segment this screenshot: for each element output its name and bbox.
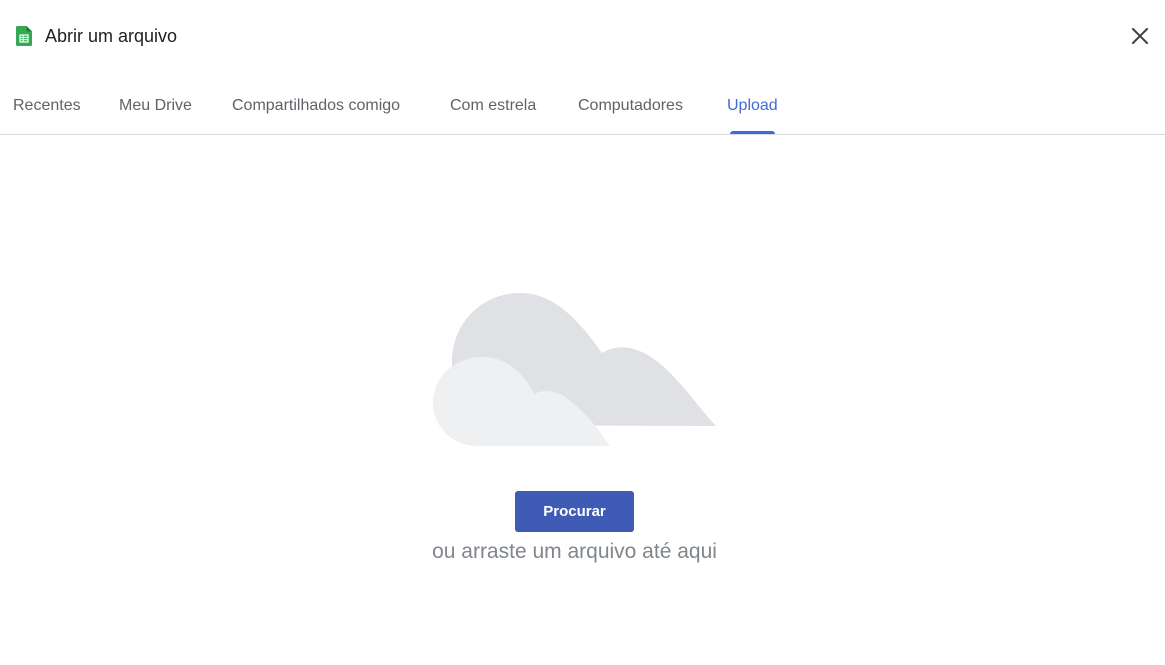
active-tab-indicator <box>730 131 775 134</box>
dialog-header: Abrir um arquivo <box>0 0 1165 72</box>
tab-recentes[interactable]: Recentes <box>13 84 81 134</box>
cloud-illustration <box>430 290 720 450</box>
tab-compartilhados-comigo[interactable]: Compartilhados comigo <box>232 84 400 134</box>
tab-label: Recentes <box>13 97 81 114</box>
browse-button[interactable]: Procurar <box>515 491 634 532</box>
tab-label: Com estrela <box>450 97 537 114</box>
tab-label: Computadores <box>578 97 683 114</box>
tab-computadores[interactable]: Computadores <box>578 84 683 134</box>
open-file-dialog: Abrir um arquivo Recentes Meu Drive Comp… <box>0 0 1165 665</box>
drop-hint-text: ou arraste um arquivo até aqui <box>432 540 717 563</box>
tab-com-estrela[interactable]: Com estrela <box>450 84 536 134</box>
sheets-icon <box>16 26 32 46</box>
tab-label: Meu Drive <box>119 97 192 114</box>
tab-label: Upload <box>727 97 778 114</box>
tab-bar: Recentes Meu Drive Compartilhados comigo… <box>0 84 1165 135</box>
tab-upload[interactable]: Upload <box>727 84 778 134</box>
tab-meu-drive[interactable]: Meu Drive <box>119 84 192 134</box>
close-button[interactable] <box>1126 24 1154 52</box>
close-icon <box>1131 27 1149 50</box>
dialog-title: Abrir um arquivo <box>45 26 178 46</box>
tab-label: Compartilhados comigo <box>232 97 401 114</box>
